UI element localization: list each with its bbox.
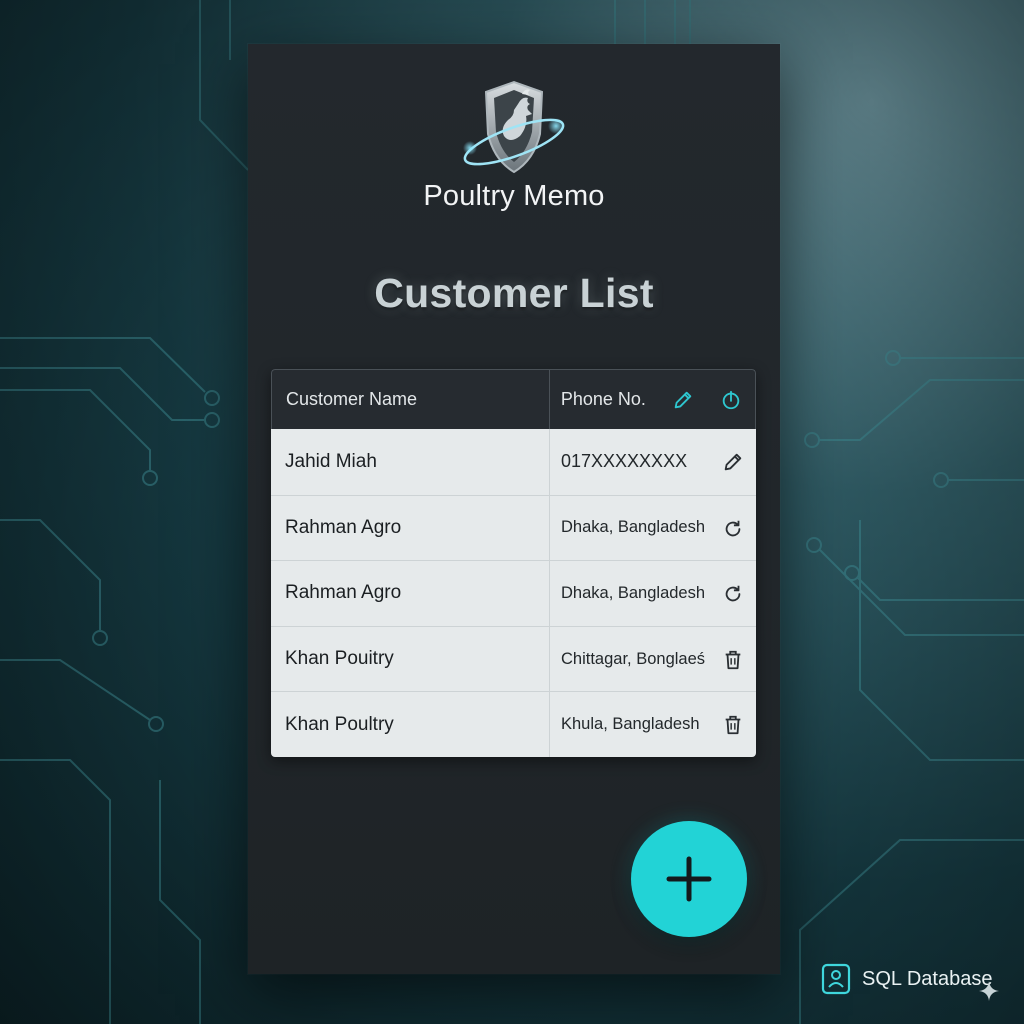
phone-value: Dhaka, Bangladesh (561, 518, 706, 537)
phone-cell: Khula, Bangladesh (550, 692, 756, 757)
app-screen: Poultry Memo Customer List Customer Name… (248, 44, 780, 974)
phone-value: Khula, Bangladesh (561, 715, 700, 734)
add-customer-button[interactable] (631, 821, 747, 937)
rooster-shield-logo-icon (463, 80, 565, 174)
column-header-phone: Phone No. (550, 370, 755, 429)
phone-cell: Dhaka, Bangladesh (550, 496, 756, 561)
page-title: Customer List (374, 270, 654, 316)
table-body: Jahid Miah 017XXXXXXXX Rahman Agro Dhaka… (271, 429, 756, 757)
sql-database-badge: SQL Database (820, 962, 992, 996)
app-name: Poultry Memo (423, 180, 605, 212)
refresh-icon[interactable] (722, 583, 744, 606)
phone-value: Dhaka, Bangladesh (561, 583, 706, 602)
edit-icon[interactable] (722, 451, 744, 473)
plus-icon (666, 856, 712, 902)
edit-icon[interactable] (672, 389, 694, 411)
customer-name-cell: Rahman Agro (271, 561, 550, 626)
customer-table: Customer Name Phone No. Jahid Miah 017XX… (271, 369, 756, 757)
table-row[interactable]: Khan Pouitry Chittagar, Bonglaeś (271, 625, 756, 692)
customer-name-cell: Rahman Agro (271, 495, 550, 561)
column-header-phone-label: Phone No. (560, 389, 646, 409)
refresh-icon[interactable] (722, 517, 744, 540)
table-header: Customer Name Phone No. (271, 369, 756, 429)
customer-name-cell: Jahid Miah (271, 429, 550, 495)
database-icon (821, 963, 851, 995)
power-icon[interactable] (720, 389, 742, 411)
trash-icon[interactable] (722, 714, 744, 737)
phone-cell: Chittagar, Bonglaeś (550, 627, 756, 692)
column-header-customer-name: Customer Name (272, 370, 550, 429)
phone-cell: Dhaka, Bangladesh (550, 561, 756, 626)
customer-name-cell: Khan Pouitry (271, 626, 550, 692)
table-row[interactable]: Jahid Miah 017XXXXXXXX (271, 429, 756, 495)
phone-value: 017XXXXXXXX (561, 451, 688, 472)
phone-cell: 017XXXXXXXX (550, 429, 756, 495)
table-row[interactable]: Khan Poultry Khula, Bangladesh (271, 691, 756, 757)
sparkle-icon (979, 981, 999, 1001)
table-row[interactable]: Rahman Agro Dhaka, Bangladesh (271, 494, 756, 561)
phone-value: Chittagar, Bonglaeś (561, 649, 706, 668)
customer-name-cell: Khan Poultry (271, 692, 550, 757)
trash-icon[interactable] (722, 648, 744, 671)
sql-database-label: SQL Database (862, 967, 993, 990)
table-row[interactable]: Rahman Agro Dhaka, Bangladesh (271, 560, 756, 626)
